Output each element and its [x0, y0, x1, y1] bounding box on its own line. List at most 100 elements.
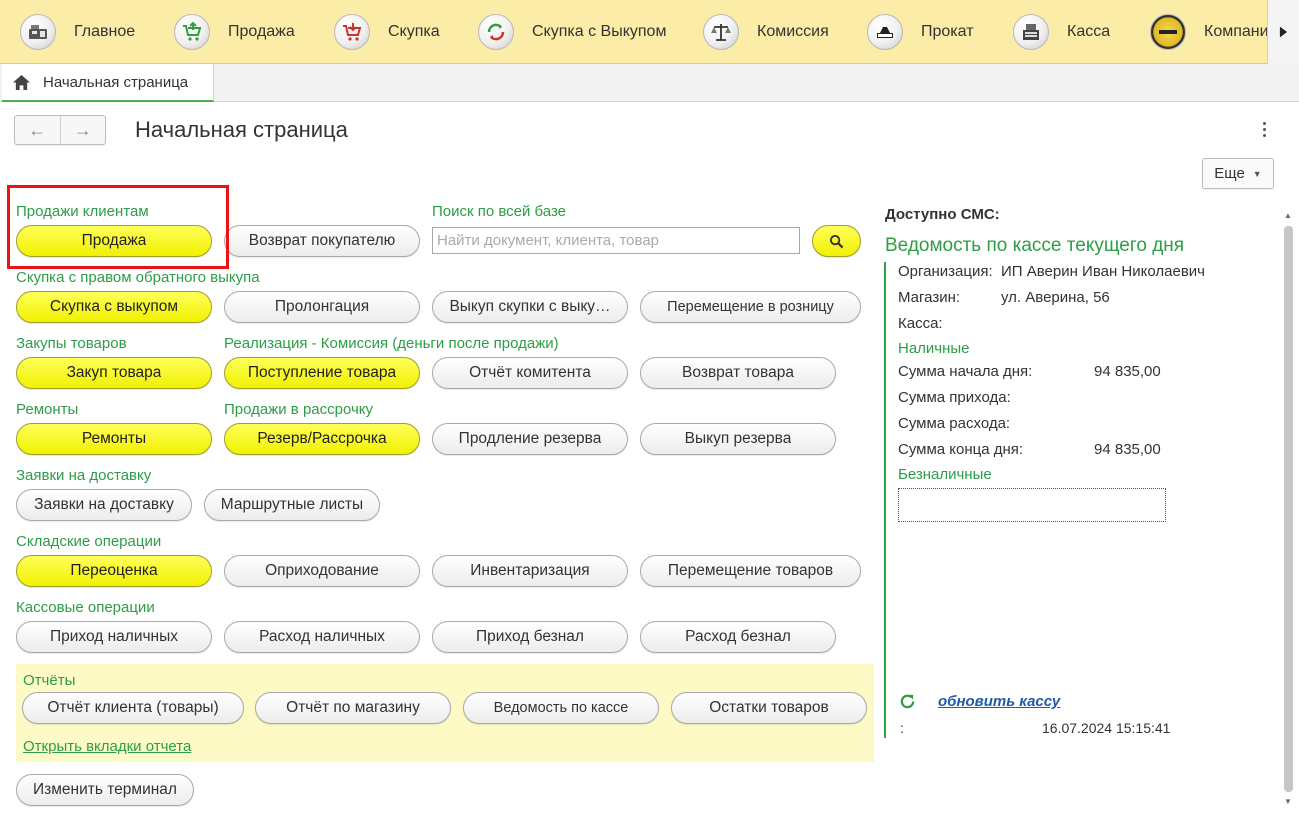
end-sum-value: 94 835,00	[1094, 441, 1161, 458]
scroll-thumb[interactable]	[1284, 226, 1293, 792]
expense-sum-label: Сумма расхода:	[898, 415, 1011, 432]
more-button[interactable]: Еще ▼	[1202, 158, 1274, 189]
start-sum-value: 94 835,00	[1094, 363, 1161, 380]
reserve-extend-button[interactable]: Продление резерва	[432, 423, 628, 455]
report-stock-button[interactable]: Остатки товаров	[671, 692, 867, 724]
open-report-tabs-link[interactable]: Открыть вкладки отчета	[23, 738, 191, 755]
section-panel: Главное Продажа Скупка Скупка с Выкупом …	[0, 0, 1299, 64]
section-cash[interactable]: Касса	[1013, 0, 1110, 64]
delivery-requests-button[interactable]: Заявки на доставку	[16, 489, 192, 521]
section-label: Главное	[74, 23, 136, 40]
section-main[interactable]: Главное	[20, 0, 135, 64]
sms-available-label: Доступно СМС:	[885, 206, 1000, 223]
revaluation-button[interactable]: Переоценка	[16, 555, 212, 587]
section-buyback[interactable]: Скупка с Выкупом	[478, 0, 666, 64]
section-title-repairs: Ремонты	[16, 401, 79, 418]
arrow-left-icon: ←	[28, 119, 47, 140]
section-title-cash: Кассовые операции	[16, 599, 155, 616]
scroll-down-icon[interactable]: ▼	[1280, 794, 1296, 808]
section-title-search: Поиск по всей базе	[432, 203, 567, 220]
route-sheets-button[interactable]: Маршрутные листы	[204, 489, 380, 521]
report-store-button[interactable]: Отчёт по магазину	[255, 692, 451, 724]
register-label: Касса:	[898, 315, 943, 332]
cash-register-icon	[20, 14, 56, 50]
org-value: ИП Аверин Иван Николаевич	[1001, 263, 1205, 280]
search-icon	[829, 234, 844, 248]
section-label: Продажа	[228, 23, 295, 40]
kebab-menu-icon	[1262, 121, 1266, 125]
page-title: Начальная страница	[135, 117, 348, 142]
section-label: Компани	[1204, 23, 1267, 40]
tab-home-page[interactable]: Начальная страница	[2, 64, 214, 102]
committent-report-button[interactable]: Отчёт комитента	[432, 357, 628, 389]
cash-out-button[interactable]: Расход наличных	[224, 621, 420, 653]
section-title-delivery: Заявки на доставку	[16, 467, 152, 484]
cart-down-icon	[334, 14, 370, 50]
forward-button[interactable]: →	[59, 116, 106, 144]
cash-in-button[interactable]: Приход наличных	[16, 621, 212, 653]
section-label: Скупка с Выкупом	[532, 23, 667, 40]
section-buying[interactable]: Скупка	[334, 0, 440, 64]
noncash-table	[898, 488, 1166, 522]
section-label: Скупка	[388, 23, 440, 40]
noncash-in-button[interactable]: Приход безнал	[432, 621, 628, 653]
home-icon	[13, 74, 30, 90]
noncash-out-button[interactable]: Расход безнал	[640, 621, 836, 653]
report-client-button[interactable]: Отчёт клиента (товары)	[22, 692, 244, 724]
org-label: Организация:	[898, 263, 993, 280]
refresh-icon[interactable]	[899, 693, 916, 710]
search-input[interactable]	[432, 227, 800, 254]
change-terminal-button[interactable]: Изменить терминал	[16, 774, 194, 806]
section-title-installments: Продажи в рассрочку	[224, 401, 374, 418]
cash-report-accent-bar	[884, 262, 886, 738]
arrow-right-icon: →	[73, 119, 92, 140]
scroll-up-icon[interactable]: ▲	[1280, 208, 1296, 222]
goods-return-button[interactable]: Возврат товара	[640, 357, 836, 389]
return-customer-button[interactable]: Возврат покупателю	[224, 225, 420, 257]
cash-machine-icon	[1013, 14, 1049, 50]
tab-label: Начальная страница	[43, 73, 189, 91]
rent-icon	[867, 14, 903, 50]
vertical-scrollbar[interactable]: ▲ ▼	[1280, 208, 1296, 810]
noncash-title: Безналичные	[898, 466, 992, 483]
cash-title: Наличные	[898, 340, 970, 357]
reserve-redeem-button[interactable]: Выкуп резерва	[640, 423, 836, 455]
reserve-button[interactable]: Резерв/Рассрочка	[224, 423, 420, 455]
report-cash-button[interactable]: Ведомость по кассе	[463, 692, 659, 724]
open-tabs-bar: Начальная страница	[0, 64, 1299, 102]
repairs-button[interactable]: Ремонты	[16, 423, 212, 455]
section-sales[interactable]: Продажа	[174, 0, 295, 64]
section-rent[interactable]: Прокат	[867, 0, 974, 64]
start-sum-label: Сумма начала дня:	[898, 363, 1033, 380]
section-title-commission: Реализация - Комиссия (деньги после прод…	[224, 335, 559, 352]
highlight-frame	[7, 185, 229, 269]
section-label: Комиссия	[757, 23, 829, 40]
cycle-arrows-icon	[478, 14, 514, 50]
sections-scroll-right-button[interactable]	[1267, 0, 1299, 64]
more-actions-button[interactable]	[1256, 118, 1272, 140]
goods-move-button[interactable]: Перемещение товаров	[640, 555, 861, 587]
buyback-redeem-button[interactable]: Выкуп скупки с выку…	[432, 291, 628, 323]
store-value: ул. Аверина, 56	[1001, 289, 1110, 306]
refresh-cash-link[interactable]: обновить кассу	[938, 693, 1060, 710]
back-button[interactable]: ←	[15, 116, 60, 144]
prolongation-button[interactable]: Пролонгация	[224, 291, 420, 323]
inventory-button[interactable]: Инвентаризация	[432, 555, 628, 587]
section-company[interactable]: Компани	[1150, 0, 1267, 64]
cart-up-icon	[174, 14, 210, 50]
income-sum-label: Сумма прихода:	[898, 389, 1011, 406]
end-sum-label: Сумма конца дня:	[898, 441, 1024, 458]
purchase-button[interactable]: Закуп товара	[16, 357, 212, 389]
buyback-button[interactable]: Скупка с выкупом	[16, 291, 212, 323]
section-title-reports: Отчёты	[23, 672, 76, 689]
posting-button[interactable]: Оприходование	[224, 555, 420, 587]
section-commission[interactable]: Комиссия	[703, 0, 829, 64]
cash-report-heading: Ведомость по кассе текущего дня	[885, 235, 1185, 256]
search-button[interactable]	[812, 225, 861, 257]
company-logo-icon	[1150, 14, 1186, 50]
section-title-buyback: Скупка с правом обратного выкупа	[16, 269, 260, 286]
goods-receipt-button[interactable]: Поступление товара	[224, 357, 420, 389]
section-title-warehouse: Складские операции	[16, 533, 162, 550]
move-retail-button[interactable]: Перемещение в розницу	[640, 291, 861, 323]
timestamp-value: 16.07.2024 15:15:41	[1042, 720, 1171, 736]
